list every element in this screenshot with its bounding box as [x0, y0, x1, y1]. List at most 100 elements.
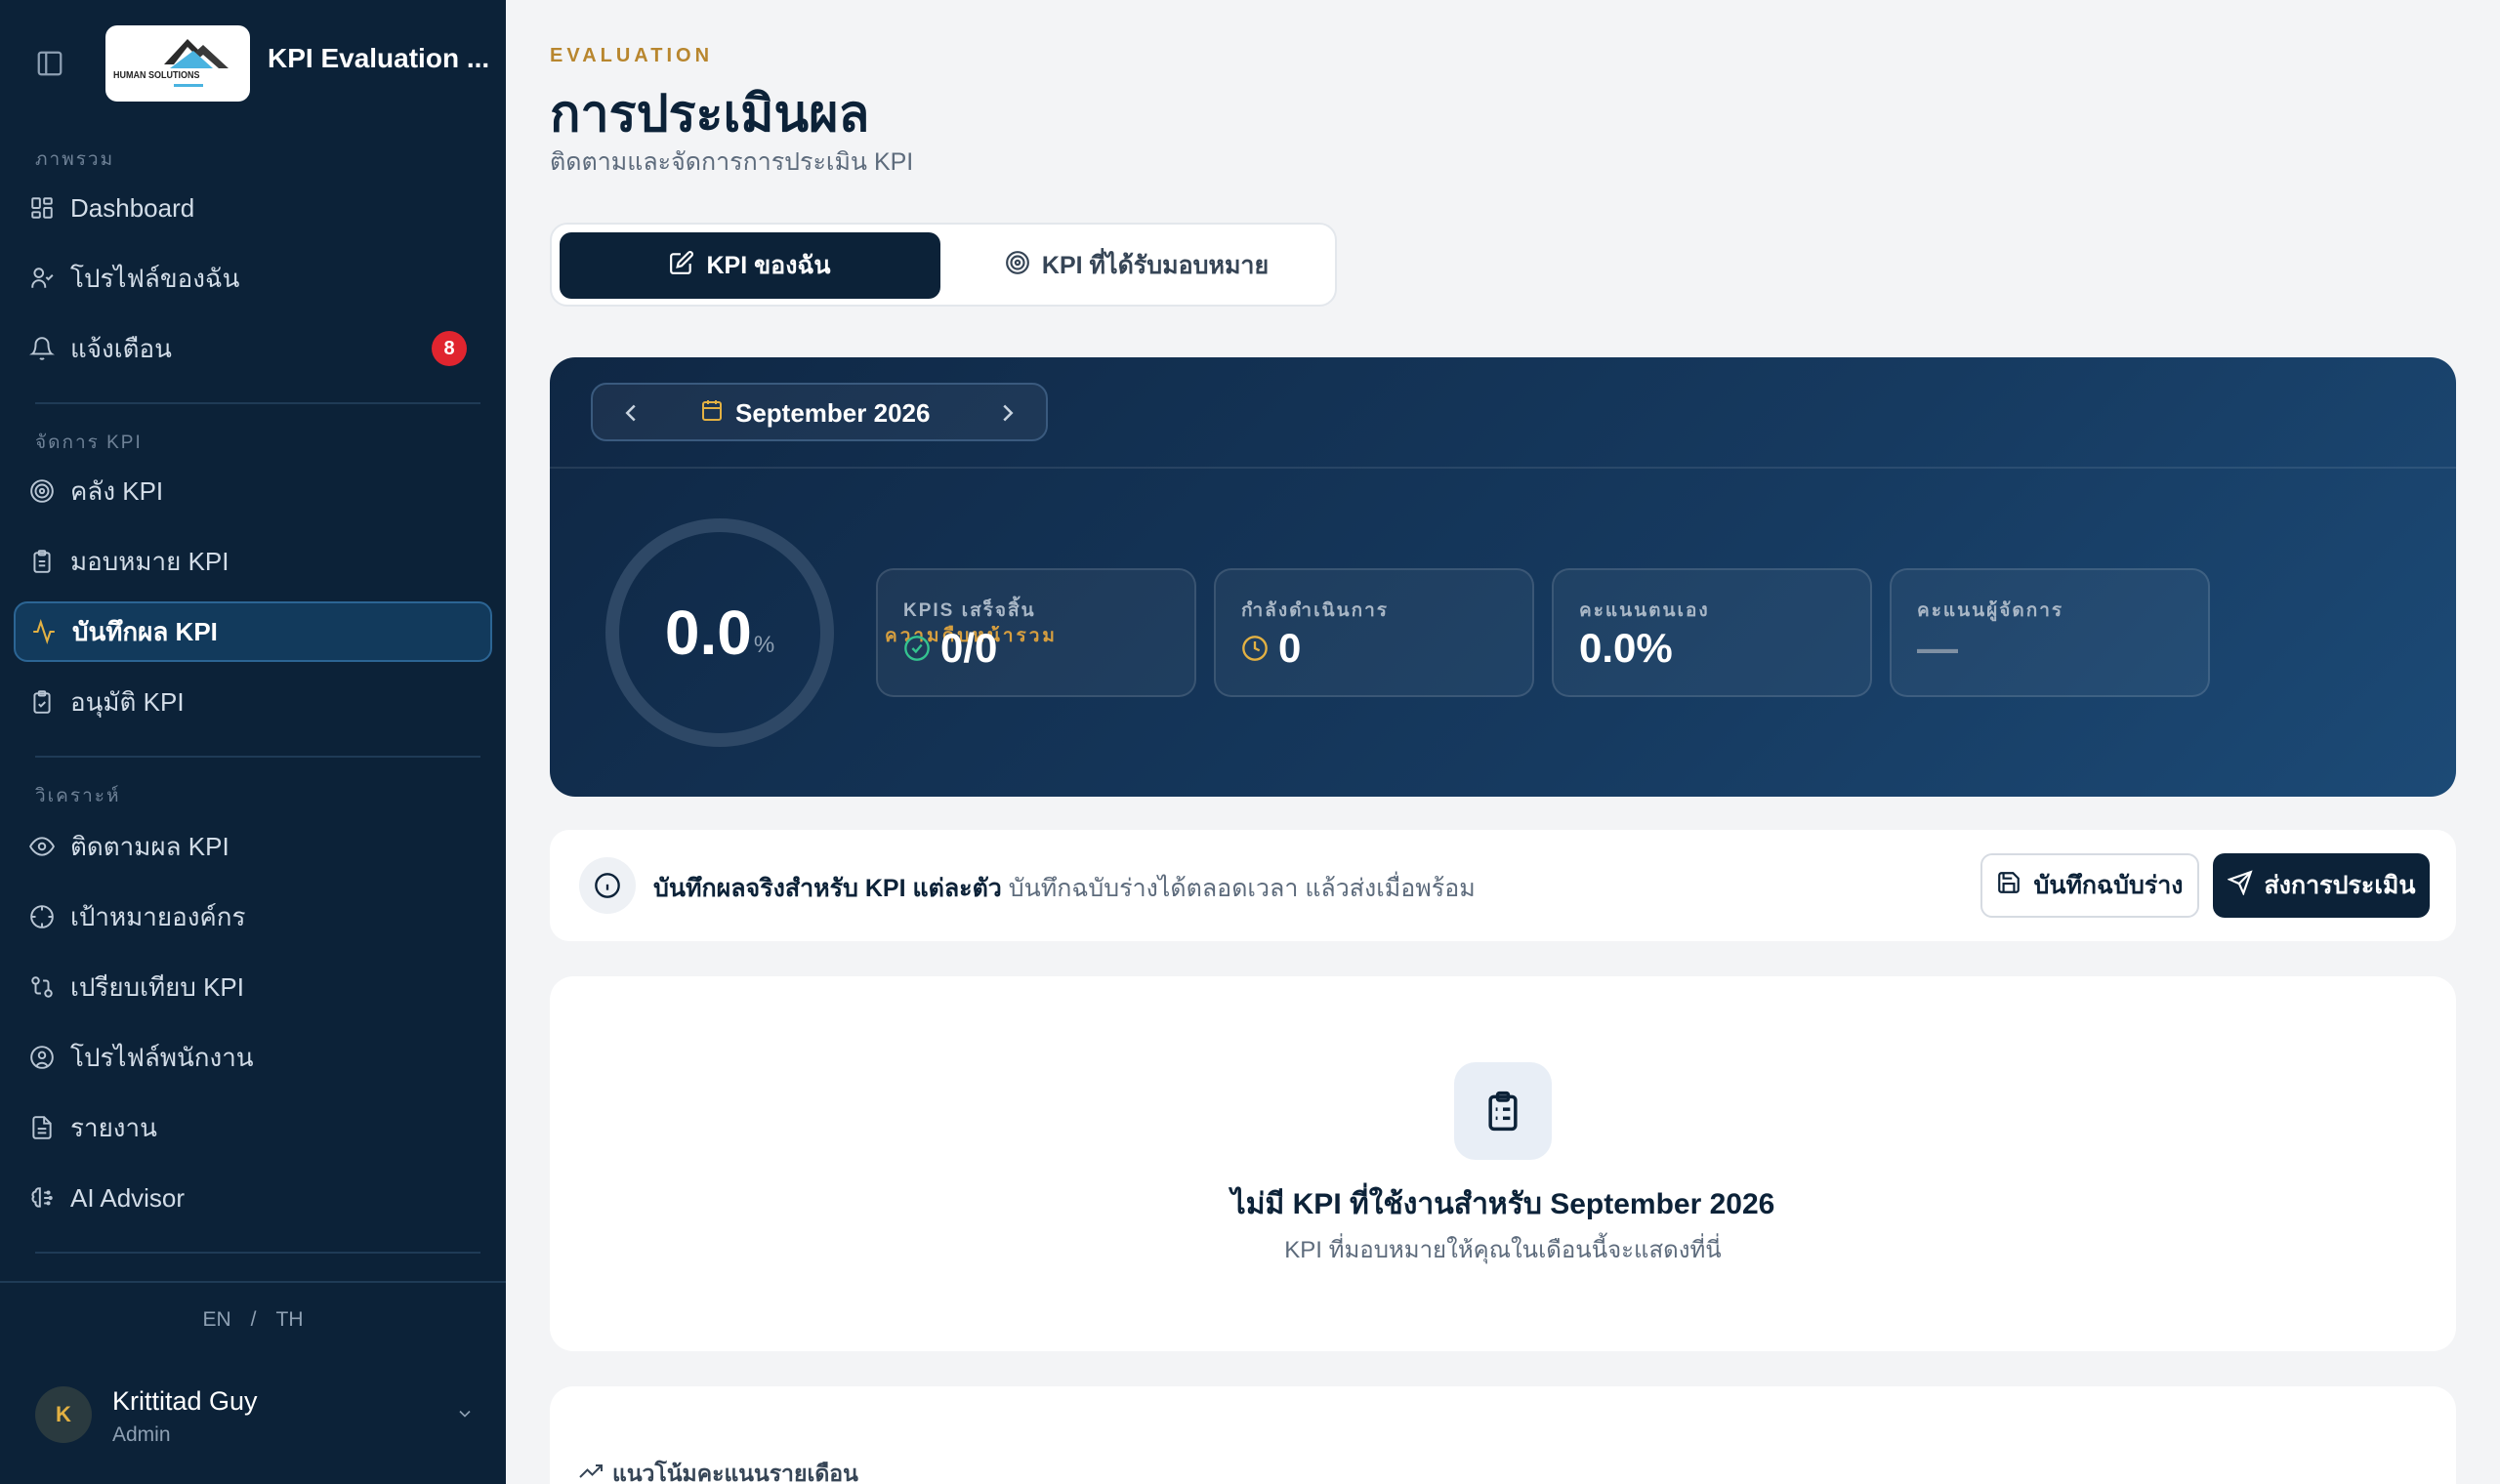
hero-divider — [550, 467, 2456, 469]
chevron-down-icon[interactable] — [455, 1404, 475, 1428]
info-text: บันทึกผลจริงสำหรับ KPI แต่ละตัว บันทึกฉบ… — [653, 869, 1476, 908]
save-icon — [1996, 870, 2033, 902]
language-switcher: EN / TH — [0, 1308, 506, 1332]
submit-evaluation-button[interactable]: ส่งการประเมิน — [2213, 853, 2430, 918]
user-menu[interactable]: K Krittitad Guy Admin — [35, 1386, 475, 1455]
stat-label: คะแนนตนเอง — [1579, 600, 1710, 621]
sidebar-footer-divider — [0, 1281, 506, 1283]
send-icon — [2226, 869, 2265, 902]
check-circle-icon — [903, 625, 940, 672]
sidebar-item-label: ติดตามผล KPI — [70, 831, 229, 861]
sidebar-item-label: โปรไฟล์พนักงาน — [70, 1042, 254, 1072]
sidebar-divider — [35, 756, 480, 758]
progress-value: 0.0% — [601, 514, 839, 752]
sidebar-item-label: AI Advisor — [70, 1182, 186, 1213]
page-eyebrow: EVALUATION — [550, 45, 714, 66]
sidebar-item-assign-kpi[interactable]: มอบหมาย KPI — [14, 531, 492, 592]
section-label-manage-kpi: จัดการ KPI — [35, 433, 143, 453]
stat-value: 0 — [1278, 625, 1302, 671]
info-bar: บันทึกผลจริงสำหรับ KPI แต่ละตัว บันทึกฉบ… — [550, 830, 2456, 941]
sidebar-item-track-kpi[interactable]: ติดตามผล KPI — [14, 816, 492, 877]
target-icon — [27, 476, 57, 506]
month-picker[interactable]: September 2026 — [700, 398, 930, 429]
stat-in-progress: กำลังดำเนินการ 0 — [1214, 568, 1534, 697]
app-title: KPI Evaluation ... — [268, 43, 490, 73]
sidebar-item-label: อนุมัติ KPI — [70, 686, 185, 717]
info-icon — [579, 857, 636, 914]
chevron-left-icon[interactable] — [616, 398, 646, 433]
stat-self-score: คะแนนตนเอง 0.0% — [1552, 568, 1872, 697]
trend-title: แนวโน้มคะแนนรายเดือน — [579, 1457, 858, 1484]
sidebar-divider — [35, 1252, 480, 1254]
clipboard-icon — [27, 547, 57, 576]
compare-icon — [27, 972, 57, 1002]
stat-label: กำลังดำเนินการ — [1241, 600, 1389, 621]
target-icon — [1005, 250, 1042, 282]
activity-icon — [29, 617, 59, 646]
user-circle-icon — [27, 1043, 57, 1072]
trending-up-icon — [579, 1460, 612, 1484]
sidebar-item-kpi-library[interactable]: คลัง KPI — [14, 461, 492, 521]
month-navigator: September 2026 — [591, 383, 1048, 441]
lang-en-button[interactable]: EN — [202, 1308, 230, 1331]
user-check-icon — [27, 264, 57, 293]
chevron-right-icon[interactable] — [993, 398, 1022, 433]
brain-icon — [27, 1183, 57, 1213]
dashboard-icon — [27, 193, 57, 223]
clock-icon — [1241, 625, 1278, 672]
sidebar-item-compare-kpi[interactable]: เปรียบเทียบ KPI — [14, 957, 492, 1017]
lang-separator: / — [250, 1308, 257, 1331]
notification-badge: 8 — [432, 331, 467, 366]
stat-label: คะแนนผู้จัดการ — [1917, 600, 2064, 621]
logo-text: HUMAN SOLUTIONS — [113, 70, 200, 81]
lang-th-button[interactable]: TH — [276, 1308, 304, 1331]
sidebar-item-notifications[interactable]: แจ้งเตือน 8 — [14, 318, 492, 379]
clipboard-list-icon — [1454, 1062, 1552, 1160]
progress-unit: % — [753, 632, 775, 658]
sidebar-item-label: แจ้งเตือน — [70, 333, 172, 363]
stat-label: KPIS เสร็จสิ้น — [903, 600, 1036, 621]
clipboard-check-icon — [27, 687, 57, 717]
page-subtitle: ติดตามและจัดการการประเมิน KPI — [550, 148, 914, 176]
save-draft-button[interactable]: บันทึกฉบับร่าง — [1980, 853, 2199, 918]
stat-value: 0/0 — [940, 625, 998, 671]
calendar-icon — [700, 398, 735, 429]
sidebar-item-label: Dashboard — [70, 192, 195, 223]
sidebar-item-employee-profile[interactable]: โปรไฟล์พนักงาน — [14, 1027, 492, 1088]
stat-value: — — [1917, 625, 1958, 671]
user-name: Krittitad Guy — [112, 1386, 258, 1416]
evaluation-tabs: KPI ของฉัน KPI ที่ได้รับมอบหมาย — [550, 223, 1337, 307]
progress-number: 0.0 — [664, 598, 752, 668]
stat-value-row: 0/0 — [903, 625, 997, 672]
sidebar-item-label: มอบหมาย KPI — [70, 546, 229, 576]
empty-state-subtitle: KPI ที่มอบหมายให้คุณในเดือนนี้จะแสดงที่น… — [1284, 1237, 1722, 1263]
current-month: September 2026 — [735, 398, 931, 428]
crosshair-icon — [27, 902, 57, 931]
sidebar-item-label: คลัง KPI — [70, 475, 164, 506]
edit-icon — [669, 250, 706, 282]
sidebar-toggle-icon[interactable] — [35, 49, 70, 78]
empty-state-card: ไม่มี KPI ที่ใช้งานสำหรับ September 2026… — [550, 976, 2456, 1351]
tab-my-kpi[interactable]: KPI ของฉัน — [560, 232, 940, 299]
sidebar-item-my-profile[interactable]: โปรไฟล์ของฉัน — [14, 248, 492, 309]
eye-icon — [27, 832, 57, 861]
info-text-bold: บันทึกผลจริงสำหรับ KPI แต่ละตัว — [653, 875, 1002, 902]
user-role: Admin — [112, 1423, 171, 1446]
file-text-icon — [27, 1113, 57, 1142]
sidebar-item-ai-advisor[interactable]: AI Advisor — [14, 1168, 492, 1228]
sidebar-item-record-kpi[interactable]: บันทึกผล KPI — [14, 601, 492, 662]
sidebar-item-approve-kpi[interactable]: อนุมัติ KPI — [14, 672, 492, 732]
sidebar-item-label: เปรียบเทียบ KPI — [70, 971, 244, 1002]
section-label-analytics: วิเคราะห์ — [35, 786, 121, 806]
stat-value: 0.0% — [1579, 625, 1673, 671]
submit-label: ส่งการประเมิน — [2264, 872, 2416, 899]
sidebar-item-label: เป้าหมายองค์กร — [70, 901, 246, 931]
tab-assigned-kpi[interactable]: KPI ที่ได้รับมอบหมาย — [946, 232, 1327, 299]
info-text-normal: บันทึกฉบับร่างได้ตลอดเวลา แล้วส่งเมื่อพร… — [1008, 875, 1476, 902]
sidebar-item-dashboard[interactable]: Dashboard — [14, 178, 492, 238]
monthly-trend-card: แนวโน้มคะแนนรายเดือน — [550, 1386, 2456, 1484]
save-draft-label: บันทึกฉบับร่าง — [2033, 872, 2184, 899]
sidebar-item-org-goals[interactable]: เป้าหมายองค์กร — [14, 886, 492, 947]
sidebar-item-reports[interactable]: รายงาน — [14, 1097, 492, 1158]
stat-completed-kpis: KPIS เสร็จสิ้น 0/0 — [876, 568, 1196, 697]
